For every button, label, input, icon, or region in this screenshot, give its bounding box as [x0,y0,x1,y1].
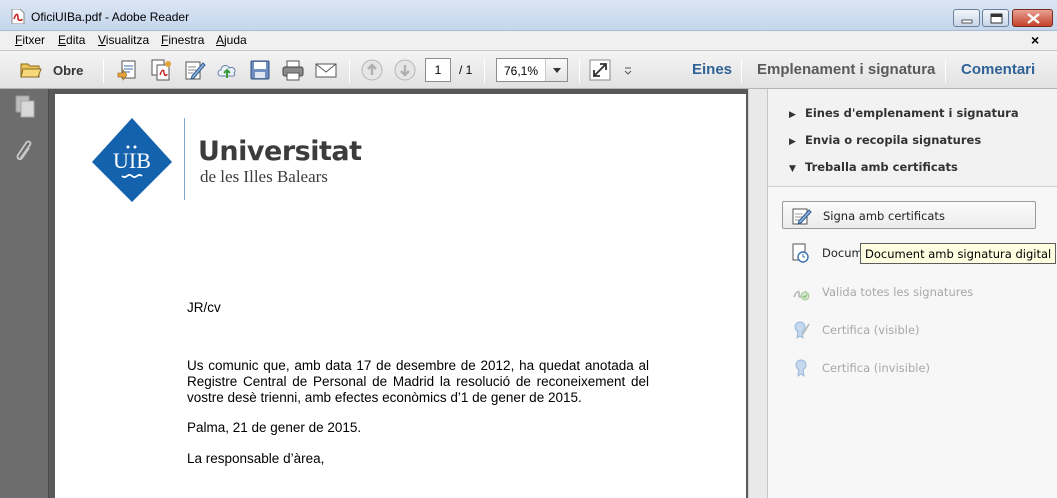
action-label: Certifica (visible) [822,323,920,337]
document-reference: JR/cv [187,300,221,315]
uib-logo: UIB [92,118,172,202]
certify-visible-button[interactable]: Certifica (visible) [782,316,1036,344]
section-label: Treballa amb certificats [805,160,958,174]
collapsed-arrow-icon: ▶ [789,137,796,147]
toolbar-divider [945,59,946,83]
toolbar-divider [579,59,580,83]
email-button[interactable] [315,59,337,81]
certify-invisible-button[interactable]: Certifica (invisible) [782,354,1036,382]
toolbar: Obre 1 / 1 76,1% Eines Emplenament i sig… [0,50,1057,89]
action-label: Valida totes les signatures [822,285,974,299]
previous-page-button[interactable] [361,59,383,81]
vertical-scrollbar[interactable] [748,89,767,498]
menu-ajuda[interactable]: Ajuda [216,33,247,47]
open-label[interactable]: Obre [53,63,83,78]
small-chevron-down-icon [624,67,632,75]
menu-fitxer[interactable]: Fitxer [15,33,45,47]
tab-emplenament-i-signatura[interactable]: Emplenament i signatura [757,61,935,78]
zoom-select[interactable]: 76,1% [496,58,568,82]
printer-icon [282,60,304,81]
sign-with-certificates-button[interactable]: Signa amb certificats [782,201,1036,229]
action-label: Signa amb certificats [823,209,945,223]
print-button[interactable] [282,59,304,81]
document-paragraph: Us comunic que, amb data 17 de desembre … [187,358,649,405]
restore-icon [990,13,1003,24]
upload-button[interactable] [216,59,238,81]
close-window-button[interactable] [1012,9,1053,27]
combine-pdf-button[interactable] [150,59,172,81]
toolbar-options-button[interactable] [623,59,633,81]
create-pdf-icon [117,60,136,81]
arrow-down-circle-icon [394,59,416,81]
chevron-down-icon[interactable] [545,59,567,81]
title-bar: OficiUIBa.pdf - Adobe Reader [0,0,1057,31]
action-label: Docum [822,246,863,260]
section-envia-recopila[interactable]: ▶ Envia o recopila signatures [789,133,981,147]
page-thumbnails-icon[interactable] [14,95,36,119]
page-total: / 1 [459,63,473,77]
minimize-icon [961,19,973,24]
menu-finestra[interactable]: Finestra [161,33,204,47]
edit-pdf-button[interactable] [184,59,206,81]
window-title: OficiUIBa.pdf - Adobe Reader [31,10,190,24]
toolbar-divider [103,59,104,83]
certify-visible-icon [794,321,810,340]
section-label: Eines d'emplenament i signatura [805,106,1019,120]
logo-text: UIB [113,148,151,173]
toolbar-divider [741,59,742,83]
zoom-value[interactable]: 76,1% [504,64,538,78]
expand-arrows-icon [589,59,611,81]
document-signature-line: La responsable d’àrea, [187,451,325,466]
university-subtitle: de les Illes Balears [200,167,328,186]
validate-signatures-icon [793,290,810,301]
action-label: Certifica (invisible) [822,361,931,375]
tools-panel: ▶ Eines d'emplenament i signatura ▶ Envia … [767,89,1057,498]
menu-bar: Fitxer Edita Visualitza Finestra Ajuda × [0,31,1057,50]
section-treballa-certificats[interactable]: ▼ Treballa amb certificats [789,160,958,174]
certify-invisible-icon [795,359,807,378]
folder-open-icon [20,63,42,78]
paperclip-icon[interactable] [14,139,36,163]
fit-page-button[interactable] [589,59,611,81]
save-button[interactable] [249,59,271,81]
close-document-button[interactable]: × [1031,32,1039,48]
section-label: Envia o recopila signatures [805,133,982,147]
timestamp-document-icon [792,243,809,263]
tab-comentari[interactable]: Comentari [961,61,1035,78]
next-page-button[interactable] [394,59,416,81]
collapsed-arrow-icon: ▶ [789,110,796,120]
university-name: Universitat [198,136,362,167]
floppy-disk-icon [250,60,270,80]
tooltip: Document amb signatura digital [860,243,1057,264]
tab-eines[interactable]: Eines [692,61,732,78]
page-number-input[interactable]: 1 [425,58,451,82]
menu-visualitza[interactable]: Visualitza [98,33,149,47]
envelope-icon [315,63,337,78]
menu-edita[interactable]: Edita [58,33,85,47]
expanded-arrow-icon: ▼ [789,164,796,174]
section-eines-emplenament[interactable]: ▶ Eines d'emplenament i signatura [789,106,1019,120]
toolbar-divider [349,59,350,83]
toolbar-divider [484,59,485,83]
close-icon [1027,13,1040,24]
tools-panel-sections: ▶ Eines d'emplenament i signatura ▶ Envia … [768,89,1057,187]
pdf-stack-icon [151,59,171,81]
pdf-file-icon [11,9,25,24]
sign-certificate-icon [792,208,812,225]
minimize-button[interactable] [953,9,980,27]
document-viewport[interactable]: UIB Universitat de les Illes Balears JR/… [49,89,767,498]
validate-all-signatures-button[interactable]: Valida totes les signatures [782,278,1036,306]
logo-divider [184,118,185,200]
navigation-pane [0,89,49,498]
edit-document-icon [185,61,206,80]
pdf-page: UIB Universitat de les Illes Balears JR/… [55,94,746,498]
cloud-upload-icon [217,65,236,78]
document-place-date: Palma, 21 de gener de 2015. [187,420,362,435]
open-button[interactable] [20,59,42,81]
restore-button[interactable] [982,9,1009,27]
create-pdf-button[interactable] [117,59,139,81]
arrow-up-circle-icon [361,59,383,81]
